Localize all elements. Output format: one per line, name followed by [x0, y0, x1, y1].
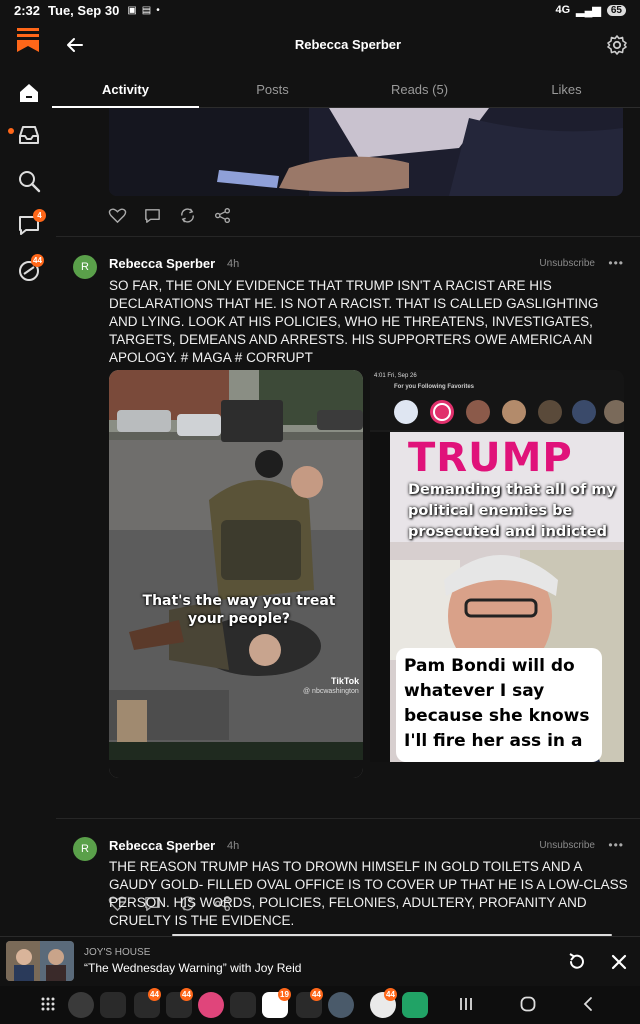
- post-card: R Rebecca Sperber 4h Unsubscribe ••• SO …: [56, 236, 640, 912]
- post-time: 4h: [227, 258, 240, 270]
- dot-icon: •: [156, 4, 160, 16]
- news-subhead: Demanding that all of my political enemi…: [408, 482, 616, 540]
- app-drawer-icon[interactable]: [40, 996, 56, 1012]
- post-author[interactable]: Rebecca Sperber: [109, 838, 215, 853]
- more-options-button[interactable]: •••: [608, 838, 624, 852]
- avatar[interactable]: R: [73, 837, 97, 861]
- recent-apps-icon[interactable]: [456, 994, 476, 1014]
- app-badge: 44: [384, 988, 397, 1001]
- restack-icon[interactable]: [178, 206, 197, 225]
- tab-likes[interactable]: Likes: [493, 72, 640, 107]
- battery-level: 65: [606, 4, 626, 16]
- app-folder-icon[interactable]: [100, 992, 126, 1018]
- browser-app-icon[interactable]: [328, 992, 354, 1018]
- notification-icons: ▣ ▤ •: [127, 5, 159, 16]
- activity-feed[interactable]: R Rebecca Sperber 4h Unsubscribe ••• SO …: [56, 108, 640, 936]
- inbox-unread-dot: [8, 128, 14, 134]
- unsubscribe-button[interactable]: Unsubscribe: [539, 840, 595, 851]
- post-body: THE REASON TRUMP HAS TO DROWN HIMSELF IN…: [109, 859, 628, 928]
- quote-text: Pam Bondi will do whatever I say because…: [404, 656, 590, 751]
- gear-icon[interactable]: [606, 34, 628, 56]
- profile-tabs: Activity Posts Reads (5) Likes: [52, 72, 640, 108]
- unsubscribe-button[interactable]: Unsubscribe: [539, 258, 595, 269]
- app-badge: 44: [310, 988, 323, 1001]
- like-icon[interactable]: [108, 206, 127, 225]
- app-badge: 19: [278, 988, 291, 1001]
- gallery-app-icon[interactable]: [198, 992, 224, 1018]
- network-label: 4G: [555, 4, 571, 16]
- tab-reads[interactable]: Reads (5): [346, 72, 493, 107]
- chat-badge: 4: [33, 209, 46, 222]
- status-bar: 2:32 Tue, Sep 30 ▣ ▤ • 4G ▂▄▆ 65: [0, 0, 640, 20]
- episode-thumbnail[interactable]: [6, 941, 74, 981]
- activity-badge: 44: [31, 254, 44, 267]
- tiktok-handle: @ nbcwashington: [303, 688, 359, 695]
- close-icon[interactable]: [608, 951, 630, 973]
- back-button-icon[interactable]: [578, 994, 598, 1014]
- app-badge: 44: [180, 988, 193, 1001]
- previous-post-image[interactable]: [109, 108, 623, 196]
- tab-activity[interactable]: Activity: [52, 72, 199, 108]
- substack-logo-icon[interactable]: [17, 28, 39, 52]
- more-options-button[interactable]: •••: [608, 256, 624, 270]
- home-icon[interactable]: [16, 80, 42, 106]
- app-folder-icon[interactable]: [230, 992, 256, 1018]
- post-actions: [108, 206, 232, 225]
- comment-icon[interactable]: [143, 206, 162, 225]
- news-headline: TRUMP: [408, 435, 573, 481]
- tiktok-watermark: TikTok: [331, 676, 360, 686]
- video-caption: That's the way you treat your people?: [142, 593, 336, 627]
- inner-status-time: 4:01 Fri, Sep 26: [374, 373, 417, 379]
- tab-posts[interactable]: Posts: [199, 72, 346, 107]
- screenshot-icon: ▣: [127, 4, 137, 16]
- post-time: 4h: [227, 840, 240, 852]
- profile-header: Rebecca Sperber: [56, 20, 640, 70]
- rewind-icon[interactable]: [566, 951, 588, 973]
- inbox-icon[interactable]: [16, 122, 42, 148]
- post-author[interactable]: Rebecca Sperber: [109, 256, 215, 271]
- news-icon: ▤: [141, 4, 152, 16]
- page-title: Rebecca Sperber: [294, 37, 402, 52]
- sheets-app-icon[interactable]: [402, 992, 428, 1018]
- status-time: 2:32: [14, 2, 41, 18]
- app-badge: 44: [148, 988, 161, 1001]
- system-taskbar: 44 44 19 44 44: [0, 986, 640, 1024]
- post-image-tiktok[interactable]: That's the way you treat your people? Ti…: [109, 370, 363, 778]
- post-image-news[interactable]: 4:01 Fri, Sep 26 For you Following Favor…: [370, 370, 624, 778]
- settings-app-icon[interactable]: [68, 992, 94, 1018]
- mini-player[interactable]: JOY'S HOUSE “The Wednesday Warning” with…: [0, 936, 640, 986]
- left-nav-rail: 4 44: [0, 20, 56, 940]
- inner-feed-tabs: For you Following Favorites: [394, 384, 475, 390]
- avatar[interactable]: R: [73, 255, 97, 279]
- status-date: Tue, Sep 30: [48, 2, 120, 18]
- search-icon[interactable]: [16, 168, 42, 194]
- post-body: SO FAR, THE ONLY EVIDENCE THAT TRUMP ISN…: [109, 278, 599, 365]
- post-card: R Rebecca Sperber 4h Unsubscribe ••• THE…: [56, 818, 640, 936]
- podcast-name: JOY'S HOUSE: [84, 947, 151, 958]
- signal-icon: ▂▄▆: [576, 4, 601, 17]
- episode-title[interactable]: “The Wednesday Warning” with Joy Reid: [84, 961, 301, 975]
- home-button-icon[interactable]: [518, 994, 538, 1014]
- share-icon[interactable]: [213, 206, 232, 225]
- quote-box: Pam Bondi will do whatever I say because…: [396, 648, 602, 762]
